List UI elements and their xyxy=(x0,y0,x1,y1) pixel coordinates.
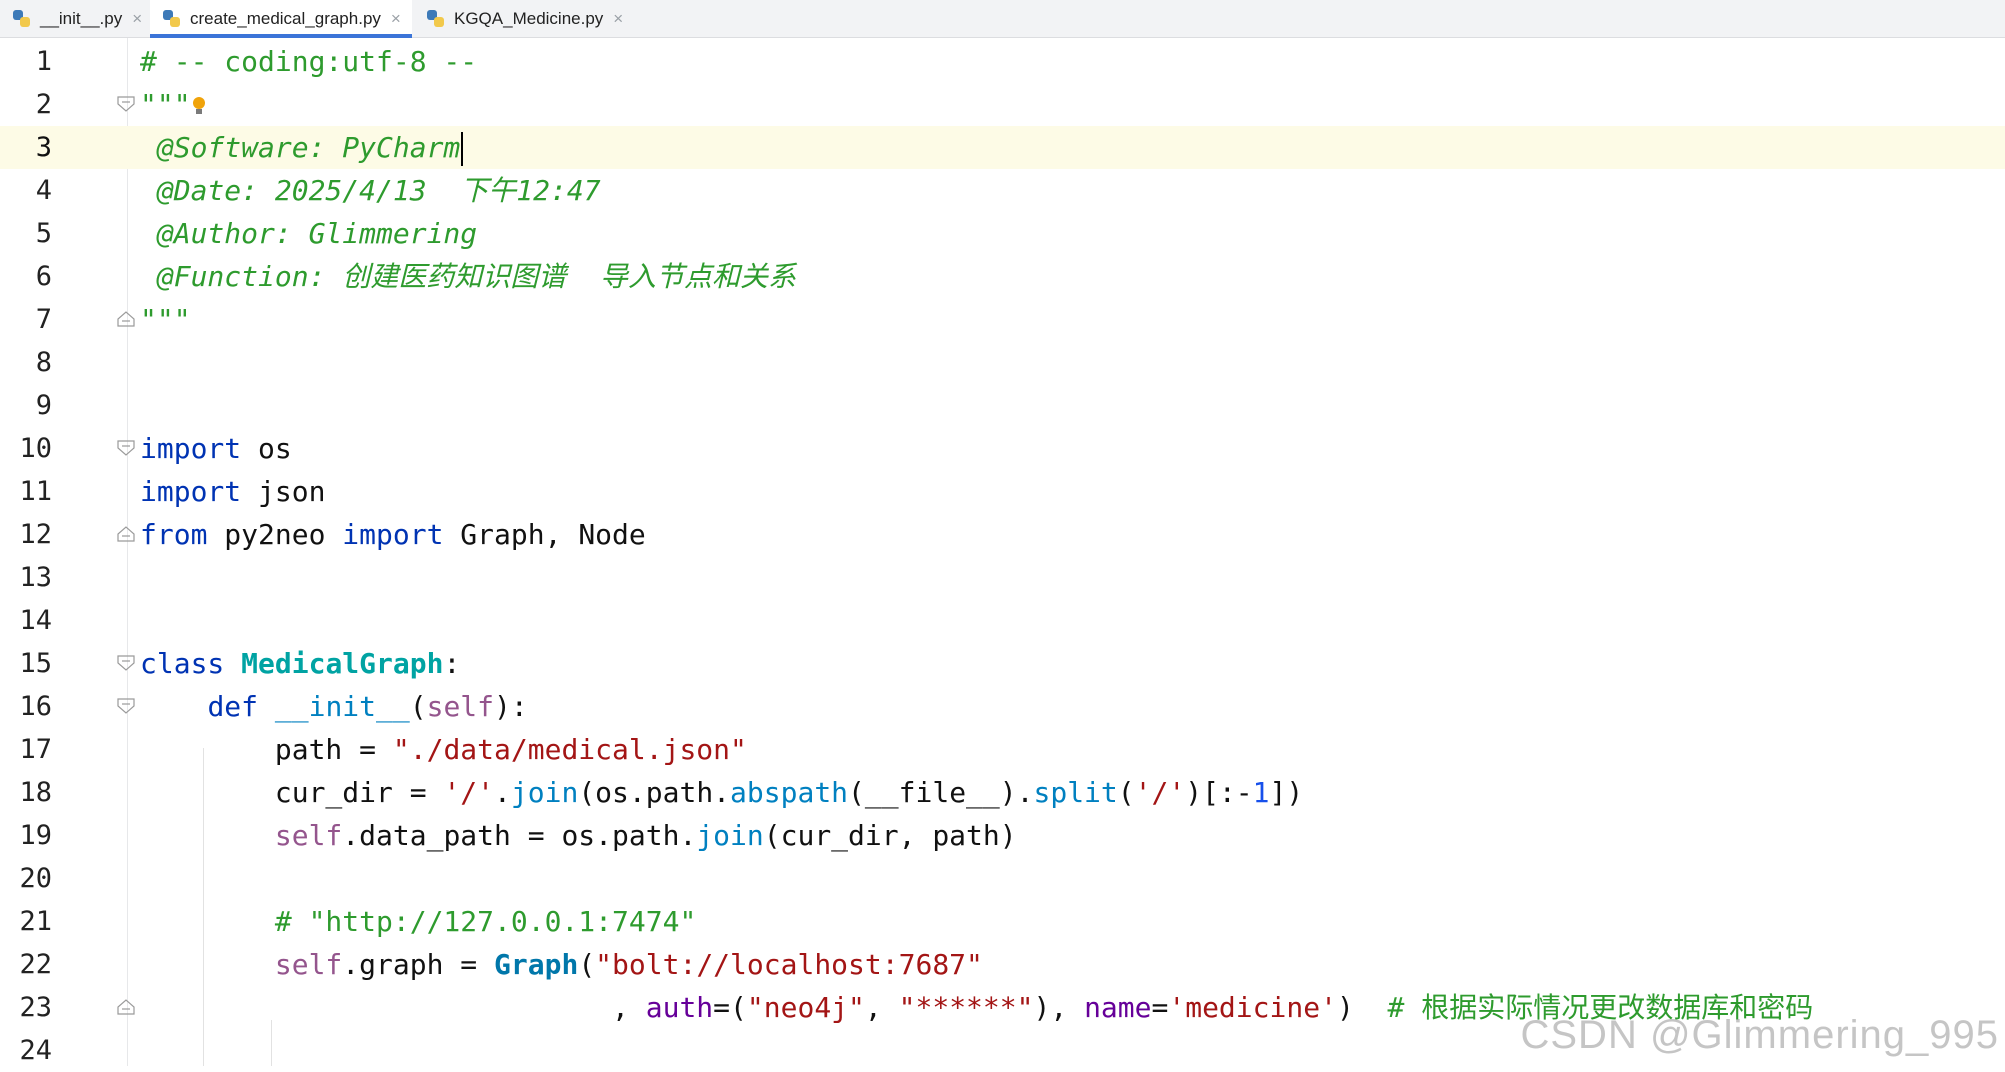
line-number: 16 xyxy=(19,691,52,722)
code-text: """ xyxy=(140,83,207,126)
code-line-13[interactable]: 13 xyxy=(0,556,2005,599)
line-number: 7 xyxy=(35,304,52,335)
code-line-16[interactable]: 16 def __init__(self): xyxy=(0,685,2005,728)
code-line-4[interactable]: 4 @Date: 2025/4/13 下午12:47 xyxy=(0,169,2005,212)
code-line-2[interactable]: 2 """ xyxy=(0,83,2005,126)
python-file-icon xyxy=(12,9,32,29)
code-line-21[interactable]: 21 # "http://127.0.0.1:7474" xyxy=(0,900,2005,943)
code-line-11[interactable]: 11 import json xyxy=(0,470,2005,513)
watermark: CSDN @Glimmering_995 xyxy=(1520,1013,1999,1057)
line-number: 9 xyxy=(35,390,52,421)
close-icon[interactable]: × xyxy=(132,9,142,29)
fold-marker-icon[interactable] xyxy=(117,698,135,714)
fold-marker-icon[interactable] xyxy=(117,440,135,456)
python-file-icon xyxy=(426,9,446,29)
tab-label: create_medical_graph.py xyxy=(190,9,381,28)
tab-kgqa-medicine[interactable]: KGQA_Medicine.py × xyxy=(414,0,634,38)
code-line-15[interactable]: 15 class MedicalGraph: xyxy=(0,642,2005,685)
line-number: 13 xyxy=(19,562,52,593)
code-text: # "http://127.0.0.1:7474" xyxy=(274,905,697,938)
fold-marker-icon[interactable] xyxy=(117,655,135,671)
code-line-1[interactable]: 1 # -- coding:utf-8 -- xyxy=(0,40,2005,83)
code-line-9[interactable]: 9 xyxy=(0,384,2005,427)
code-text: @Date: 2025/4/13 下午12:47 xyxy=(140,174,601,207)
code-line-17[interactable]: 17 path = "./data/medical.json" xyxy=(0,728,2005,771)
code-text: class MedicalGraph: xyxy=(140,647,461,680)
line-number: 14 xyxy=(19,605,52,636)
code-line-6[interactable]: 6 @Function: 创建医药知识图谱 导入节点和关系 xyxy=(0,255,2005,298)
line-number: 19 xyxy=(19,820,52,851)
line-number: 11 xyxy=(19,476,52,507)
line-number: 12 xyxy=(19,519,52,550)
line-number: 1 xyxy=(35,46,52,77)
code-text: # -- coding:utf-8 -- xyxy=(140,45,478,78)
code-text: path = "./data/medical.json" xyxy=(274,733,747,766)
line-number: 4 xyxy=(35,175,52,206)
line-number: 10 xyxy=(19,433,52,464)
tab-label: __init__.py xyxy=(40,9,123,28)
code-line-8[interactable]: 8 xyxy=(0,341,2005,384)
code-text: self.data_path = os.path.join(cur_dir, p… xyxy=(274,819,1017,852)
line-number: 20 xyxy=(19,863,52,894)
line-number: 23 xyxy=(19,992,52,1023)
python-file-icon xyxy=(162,9,182,29)
code-line-14[interactable]: 14 xyxy=(0,599,2005,642)
line-number: 3 xyxy=(35,132,52,163)
code-text: import os xyxy=(140,432,292,465)
tab-create-medical-graph[interactable]: create_medical_graph.py × xyxy=(150,0,412,38)
code-line-10[interactable]: 10 import os xyxy=(0,427,2005,470)
line-number: 22 xyxy=(19,949,52,980)
code-text: cur_dir = '/'.join(os.path.abspath(__fil… xyxy=(274,776,1304,809)
code-line-18[interactable]: 18 cur_dir = '/'.join(os.path.abspath(__… xyxy=(0,771,2005,814)
fold-marker-icon[interactable] xyxy=(117,96,135,112)
close-icon[interactable]: × xyxy=(613,9,623,29)
code-line-20[interactable]: 20 xyxy=(0,857,2005,900)
lightbulb-icon[interactable] xyxy=(191,96,207,116)
code-text: @Author: Glimmering xyxy=(140,217,478,250)
fold-end-icon[interactable] xyxy=(117,999,135,1015)
editor-tab-bar: __init__.py × create_medical_graph.py × … xyxy=(0,0,2005,38)
code-text: def __init__(self): xyxy=(207,690,528,723)
code-line-22[interactable]: 22 self.graph = Graph("bolt://localhost:… xyxy=(0,943,2005,986)
line-number: 17 xyxy=(19,734,52,765)
line-number: 18 xyxy=(19,777,52,808)
fold-end-icon[interactable] xyxy=(117,311,135,327)
code-text: @Software: PyCharm xyxy=(140,126,464,169)
code-line-7[interactable]: 7 """ xyxy=(0,298,2005,341)
tab-init-py[interactable]: __init__.py × xyxy=(0,0,148,38)
tab-label: KGQA_Medicine.py xyxy=(454,9,604,28)
code-text: @Function: 创建医药知识图谱 导入节点和关系 xyxy=(140,260,797,293)
code-line-19[interactable]: 19 self.data_path = os.path.join(cur_dir… xyxy=(0,814,2005,857)
code-line-12[interactable]: 12 from py2neo import Graph, Node xyxy=(0,513,2005,556)
line-number: 8 xyxy=(35,347,52,378)
close-icon[interactable]: × xyxy=(391,9,401,29)
code-line-5[interactable]: 5 @Author: Glimmering xyxy=(0,212,2005,255)
line-number: 2 xyxy=(35,89,52,120)
code-line-3[interactable]: 3 @Software: PyCharm xyxy=(0,126,2005,169)
code-text: """ xyxy=(140,303,191,336)
line-number: 15 xyxy=(19,648,52,679)
text-caret xyxy=(461,132,464,166)
code-editor[interactable]: 1 # -- coding:utf-8 -- 2 """ 3 @Software… xyxy=(0,38,2005,1066)
line-number: 6 xyxy=(35,261,52,292)
fold-end-icon[interactable] xyxy=(117,526,135,542)
code-text: from py2neo import Graph, Node xyxy=(140,518,646,551)
code-text: self.graph = Graph("bolt://localhost:768… xyxy=(274,948,983,981)
code-text: import json xyxy=(140,475,326,508)
line-number: 21 xyxy=(19,906,52,937)
line-number: 5 xyxy=(35,218,52,249)
